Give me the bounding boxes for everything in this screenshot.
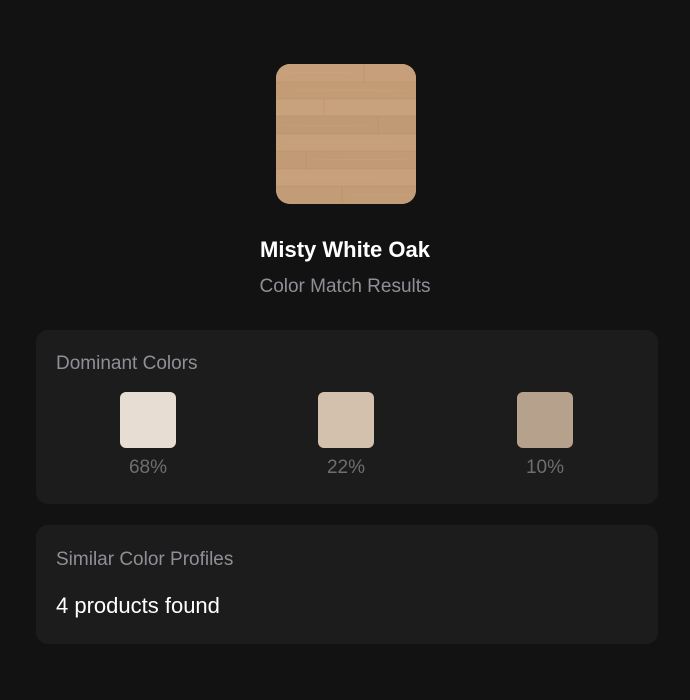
product-thumbnail <box>276 64 416 204</box>
color-swatch[interactable] <box>517 392 573 448</box>
color-percentage: 10% <box>525 457 565 478</box>
color-swatch-item[interactable]: 68% <box>108 392 188 479</box>
color-swatch[interactable] <box>120 392 176 448</box>
product-header: Misty White Oak Color Match Results <box>0 0 690 310</box>
dominant-colors-card: Dominant Colors 68% 22% 10% <box>36 330 658 504</box>
color-swatch-item[interactable]: 10% <box>505 392 585 479</box>
similar-profiles-card[interactable]: Similar Color Profiles 4 products found <box>36 525 658 644</box>
color-percentage: 68% <box>128 457 168 478</box>
products-found-count: 4 products found <box>56 593 220 618</box>
product-name: Misty White Oak <box>260 237 430 262</box>
color-swatch-item[interactable]: 22% <box>306 392 386 479</box>
similar-profiles-title: Similar Color Profiles <box>56 549 234 570</box>
page-subtitle: Color Match Results <box>259 276 431 297</box>
color-swatch[interactable] <box>318 392 374 448</box>
dominant-colors-title: Dominant Colors <box>56 353 198 374</box>
color-percentage: 22% <box>326 457 366 478</box>
